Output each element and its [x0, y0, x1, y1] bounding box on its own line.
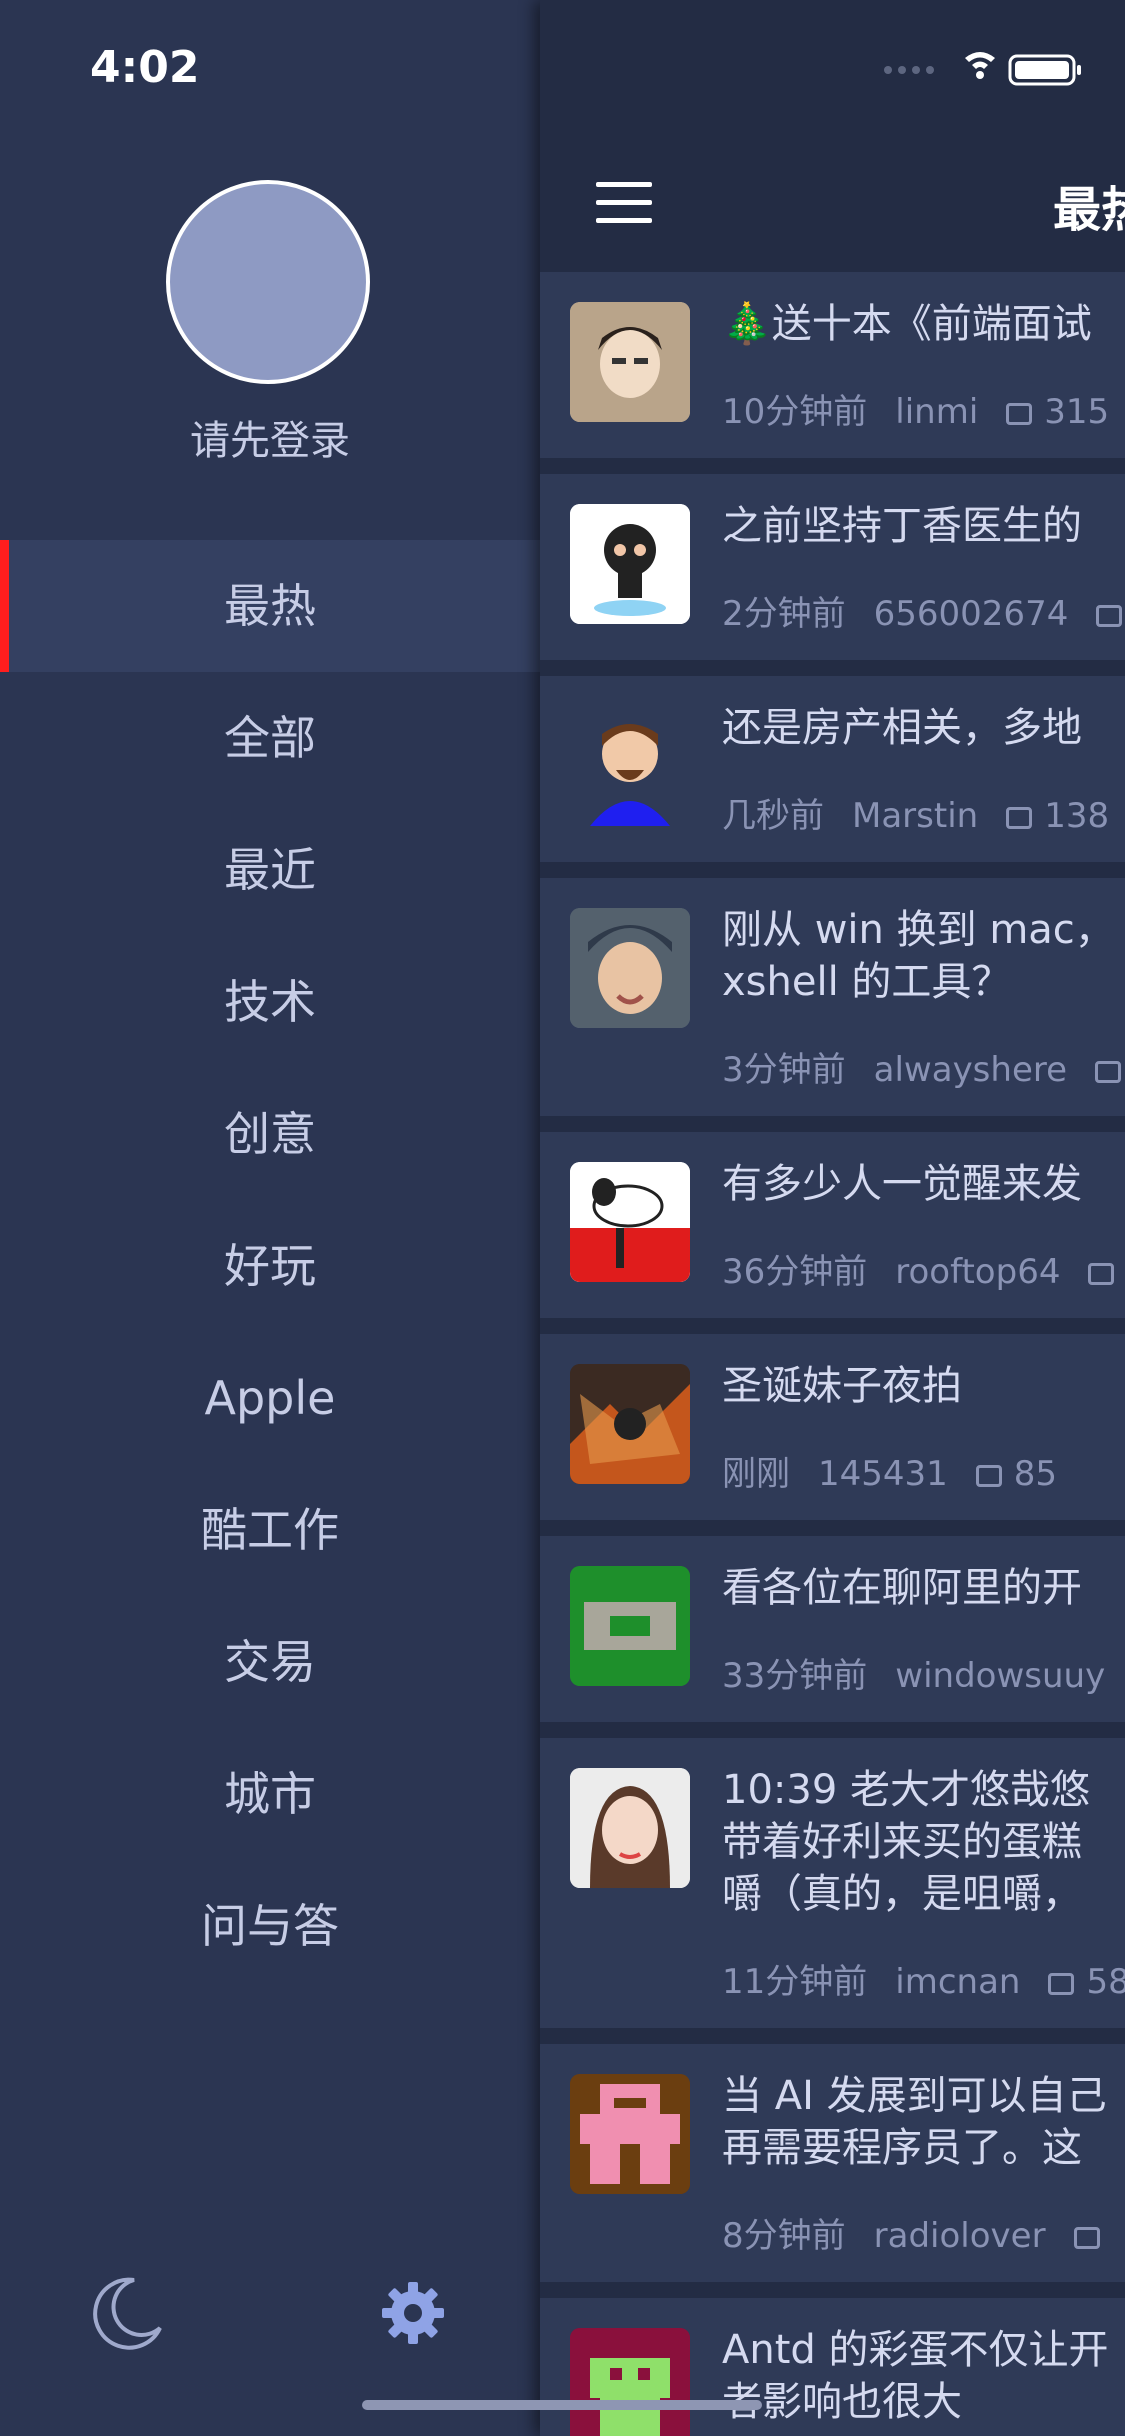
menu-item-deals[interactable]: 交易: [0, 1596, 540, 1728]
topic-meta: 3分钟前 alwayshere: [722, 1042, 1125, 1091]
comment-icon: [1095, 1060, 1122, 1083]
list-item[interactable]: 之前坚持丁香医生的 2分钟前 656002674: [540, 474, 1125, 660]
topic-meta: 8分钟前 radiolover: [722, 2208, 1125, 2257]
topic-time: 11分钟前: [722, 1962, 868, 2002]
topic-user[interactable]: 656002674: [874, 594, 1069, 634]
nav-bar: 最热: [540, 160, 1125, 270]
topic-user[interactable]: imcnan: [895, 1962, 1020, 2002]
comment-icon: [1073, 2226, 1100, 2249]
list-item[interactable]: 当 AI 发展到可以自己 再需要程序员了。这 8分钟前 radiolover: [540, 2044, 1125, 2282]
topic-user[interactable]: Marstin: [852, 796, 978, 836]
avatar: [570, 1566, 690, 1686]
avatar: [570, 1768, 690, 1888]
menu-item-tech[interactable]: 技术: [0, 936, 540, 1068]
list-item[interactable]: 有多少人一觉醒来发 36分钟前 rooftop64: [540, 1132, 1125, 1318]
topic-user[interactable]: linmi: [895, 392, 978, 432]
topic-title: 有多少人一觉醒来发: [722, 1161, 1082, 1207]
avatar: [570, 1364, 690, 1484]
comment-icon: [975, 1464, 1002, 1487]
topic-time: 36分钟前: [722, 1252, 868, 1292]
home-indicator: [362, 2400, 762, 2410]
topic-time: 33分钟前: [722, 1656, 868, 1696]
comment-count: 315: [1044, 392, 1110, 432]
topic-user[interactable]: windowsuuy: [895, 1656, 1105, 1696]
topic-time: 2分钟前: [722, 594, 846, 634]
list-item[interactable]: 刚从 win 换到 mac， xshell 的工具？ 3分钟前 alwaysher…: [540, 878, 1125, 1116]
list-item[interactable]: 🎄送十本《前端面试 10分钟前 linmi 315: [540, 272, 1125, 458]
comment-count: 58: [1086, 1962, 1125, 2002]
topic-title: 🎄送十本《前端面试: [722, 301, 1092, 347]
list-item[interactable]: Antd 的彩蛋不仅让开 者影响也很大: [540, 2298, 1125, 2436]
login-prompt[interactable]: 请先登录: [0, 408, 540, 466]
topic-title: 看各位在聊阿里的开: [722, 1565, 1082, 1611]
menu-item-recent[interactable]: 最近: [0, 804, 540, 936]
gear-icon[interactable]: [380, 2280, 446, 2346]
page-title: 最热: [1053, 182, 1125, 238]
topic-time: 10分钟前: [722, 392, 868, 432]
topic-panel: 最热 🎄送十本《前端面试 10分钟前 linmi 315 之前坚持丁香医生的 2分钟…: [540, 0, 1125, 2436]
topic-time: 8分钟前: [722, 2216, 846, 2256]
avatar: [570, 302, 690, 422]
topic-title: 之前坚持丁香医生的: [722, 503, 1082, 549]
side-drawer: 4:02 请先登录 最热 全部 最近 技术 创意 好玩 Apple 酷工作 交易…: [0, 0, 540, 2436]
topic-meta: 33分钟前 windowsuuy: [722, 1648, 1125, 1697]
list-item[interactable]: 10:39 老大才悠哉悠 带着好利来买的蛋糕 嚼（真的，是咀嚼， 11分钟前 im…: [540, 1738, 1125, 2028]
comment-count: 85: [1013, 1454, 1058, 1494]
topic-title: 还是房产相关，多地: [722, 705, 1082, 751]
topic-meta: 几秒前 Marstin 138: [722, 788, 1125, 837]
comment-icon: [1006, 806, 1033, 829]
topic-user[interactable]: rooftop64: [895, 1252, 1060, 1292]
topic-meta: 2分钟前 656002674: [722, 586, 1125, 635]
avatar: [570, 2328, 690, 2436]
avatar: [570, 1162, 690, 1282]
menu-item-fun[interactable]: 好玩: [0, 1200, 540, 1332]
topic-title: 刚从 win 换到 mac， xshell 的工具？: [722, 907, 1115, 1005]
topic-title: Antd 的彩蛋不仅让开 者影响也很大: [722, 2327, 1109, 2425]
comment-icon: [1006, 402, 1033, 425]
topic-user[interactable]: 145431: [818, 1454, 948, 1494]
comment-icon: [1088, 1262, 1115, 1285]
menu-item-qna[interactable]: 问与答: [0, 1860, 540, 1992]
avatar: [570, 706, 690, 826]
comment-icon: [1048, 1972, 1075, 1995]
menu-item-apple[interactable]: Apple: [0, 1332, 540, 1464]
topic-meta: 10分钟前 linmi 315: [722, 384, 1125, 433]
drawer-menu: 最热 全部 最近 技术 创意 好玩 Apple 酷工作 交易 城市 问与答: [0, 540, 540, 1992]
topic-time: 几秒前: [722, 796, 824, 836]
topic-user[interactable]: alwayshere: [874, 1050, 1067, 1090]
topic-title: 当 AI 发展到可以自己 再需要程序员了。这: [722, 2073, 1107, 2171]
topic-time: 3分钟前: [722, 1050, 846, 1090]
topic-meta: 刚刚 145431 85: [722, 1446, 1085, 1495]
status-icons: [884, 52, 1081, 86]
topic-title: 圣诞妹子夜拍: [722, 1363, 962, 1409]
topic-meta: 11分钟前 imcnan 58: [722, 1954, 1125, 2003]
list-item[interactable]: 圣诞妹子夜拍 刚刚 145431 85: [540, 1334, 1125, 1520]
menu-item-hot[interactable]: 最热: [0, 540, 540, 672]
list-item[interactable]: 还是房产相关，多地 几秒前 Marstin 138: [540, 676, 1125, 862]
status-time: 4:02: [90, 42, 200, 93]
topic-meta: 36分钟前 rooftop64: [722, 1244, 1125, 1293]
menu-item-creative[interactable]: 创意: [0, 1068, 540, 1200]
menu-icon[interactable]: [596, 182, 652, 223]
comment-count: 138: [1044, 796, 1110, 836]
menu-item-jobs[interactable]: 酷工作: [0, 1464, 540, 1596]
menu-item-all[interactable]: 全部: [0, 672, 540, 804]
topic-user[interactable]: radiolover: [874, 2216, 1046, 2256]
moon-icon[interactable]: [86, 2272, 166, 2352]
topic-time: 刚刚: [722, 1454, 790, 1494]
topic-title: 10:39 老大才悠哉悠 带着好利来买的蛋糕 嚼（真的，是咀嚼，: [722, 1767, 1090, 1917]
avatar: [570, 504, 690, 624]
list-item[interactable]: 看各位在聊阿里的开 33分钟前 windowsuuy: [540, 1536, 1125, 1722]
comment-icon: [1096, 604, 1123, 627]
avatar[interactable]: [166, 180, 370, 384]
avatar: [570, 908, 690, 1028]
avatar: [570, 2074, 690, 2194]
topic-list: 🎄送十本《前端面试 10分钟前 linmi 315 之前坚持丁香医生的 2分钟前 65…: [540, 272, 1125, 2436]
menu-item-city[interactable]: 城市: [0, 1728, 540, 1860]
